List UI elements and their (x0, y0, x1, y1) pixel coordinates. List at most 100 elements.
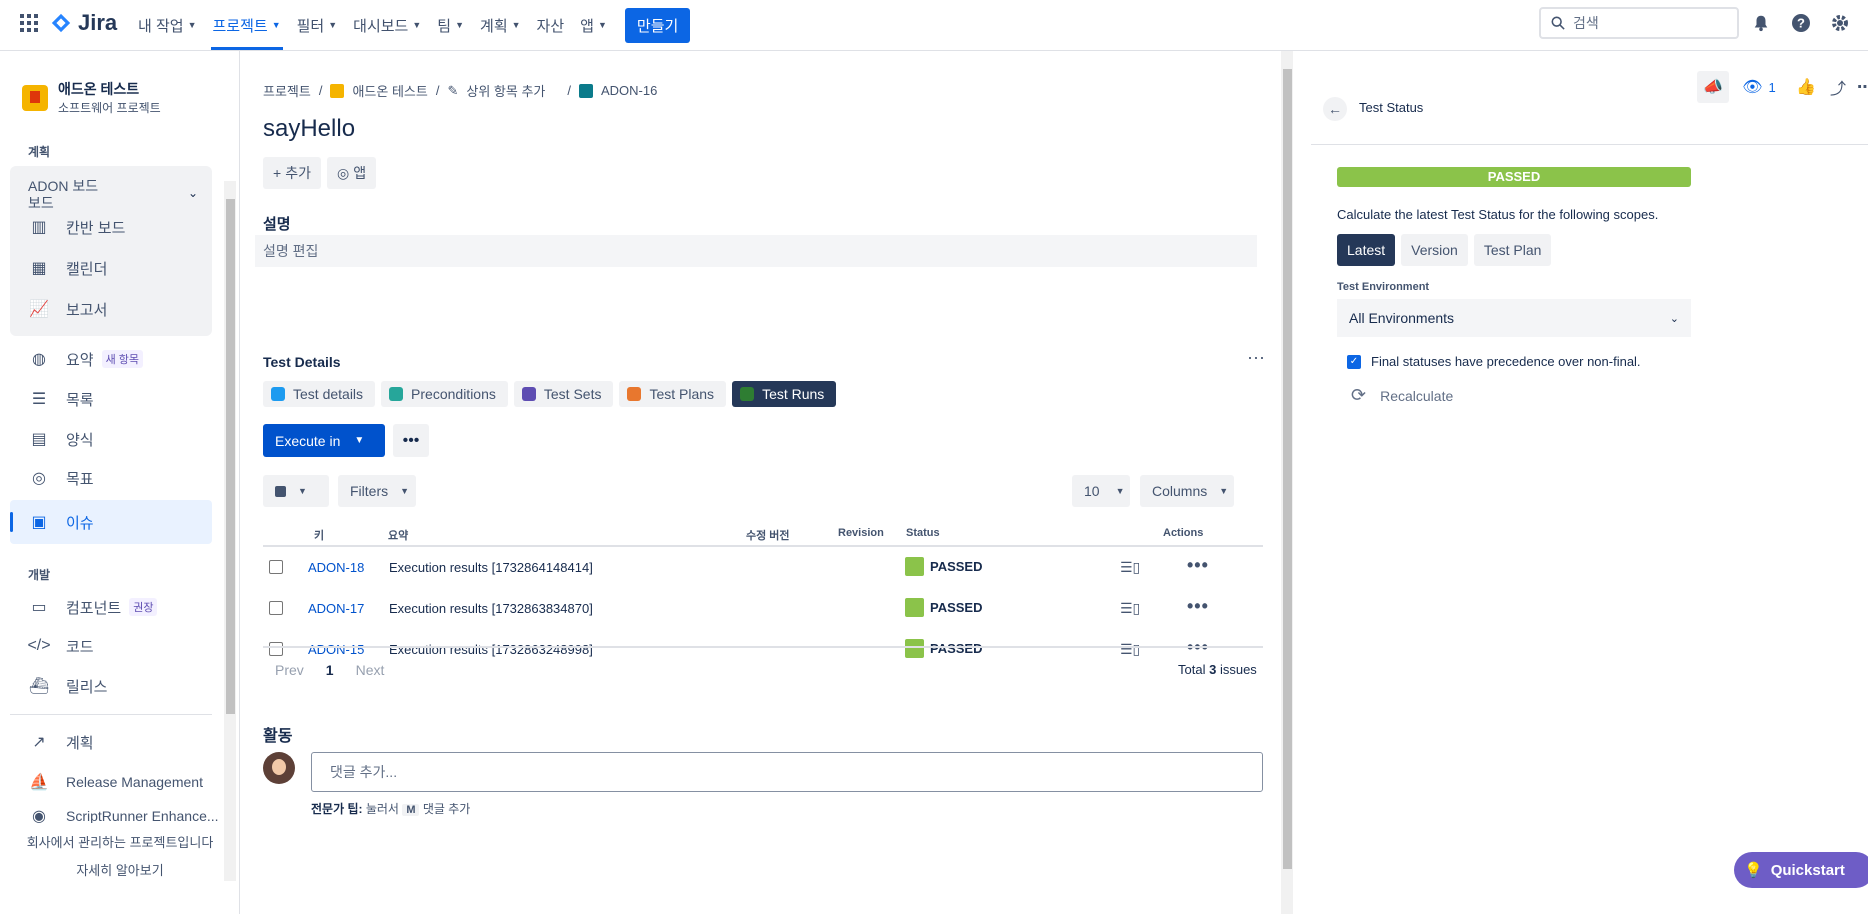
nav-item-plans[interactable]: 계획 ▼ (472, 0, 529, 50)
sidebar-item-list[interactable]: ☰ 목록 (28, 388, 94, 410)
app-switcher-icon[interactable] (20, 14, 38, 32)
settings-icon[interactable] (1829, 12, 1851, 34)
board-selector[interactable]: ADON 보드 보드 (28, 178, 98, 212)
description-field[interactable]: 설명 편집 (255, 235, 1257, 267)
breadcrumb-project[interactable]: 애드온 테스트 (352, 81, 427, 100)
checkbox-checked-icon[interactable]: ✓ (1347, 354, 1361, 369)
learn-more-link[interactable]: 자세히 알아보기 (0, 857, 240, 885)
add-button[interactable]: + 추가 (263, 157, 321, 189)
notifications-icon[interactable] (1750, 12, 1772, 34)
scrollbar-thumb[interactable] (226, 199, 235, 714)
comment-input[interactable]: 댓글 추가... (311, 752, 1263, 792)
column-header-status[interactable]: Status (906, 527, 940, 539)
nav-item-assets[interactable]: 자산 (529, 0, 573, 50)
column-header-fix-version[interactable]: 수정 버전 (746, 527, 790, 543)
row-checkbox[interactable] (269, 601, 283, 615)
sidebar-item-kanban[interactable]: ▥ 칸반 보드 (28, 216, 125, 238)
tab-test-plans[interactable]: Test Plans (619, 381, 727, 407)
chevron-down-icon[interactable]: ⌄ (188, 186, 198, 200)
sidebar-item-issues[interactable]: ▣ 이슈 (28, 511, 93, 533)
issue-key-link[interactable]: ADON-17 (308, 601, 364, 616)
chevron-down-icon: ▼ (328, 20, 338, 30)
breadcrumb-add-parent[interactable]: 상위 항목 추가 (466, 81, 545, 100)
row-more-icon[interactable]: ••• (1187, 555, 1209, 576)
like-icon[interactable]: 👍 (1790, 71, 1822, 103)
sidebar-item-plan-link[interactable]: ↗ 계획 (28, 731, 93, 753)
scope-latest[interactable]: Latest (1337, 234, 1396, 266)
row-checkbox[interactable] (269, 560, 283, 574)
breadcrumb-issue-key[interactable]: ADON-16 (601, 83, 657, 98)
sidebar-item-summary[interactable]: ◍ 요약 새 항목 (28, 348, 144, 370)
megaphone-icon[interactable]: 📣 (1697, 71, 1729, 103)
watch-button[interactable]: 👁 1 (1737, 71, 1781, 103)
execution-details-icon[interactable]: ☰▯ (1120, 559, 1140, 576)
sidebar-item-release-management[interactable]: ⛵ Release Management (28, 771, 203, 793)
filters-button[interactable]: Filters ▼ (338, 475, 416, 507)
tab-test-details[interactable]: Test details (263, 381, 376, 407)
row-checkbox[interactable] (269, 642, 283, 656)
page-size-select[interactable]: 10 ▼ (1072, 475, 1130, 507)
create-button[interactable]: 만들기 (624, 7, 691, 43)
tab-test-runs[interactable]: Test Runs (732, 381, 837, 407)
column-header-key[interactable]: 키 (314, 527, 324, 543)
breadcrumb-separator: / (567, 83, 571, 98)
more-actions-button[interactable]: ••• (393, 424, 429, 457)
scope-test-plan[interactable]: Test Plan (1473, 234, 1552, 266)
search-input[interactable]: 검색 (1539, 7, 1739, 39)
nav-item-filters[interactable]: 필터 ▼ (289, 0, 346, 50)
sidebar-item-releases[interactable]: ⛴ 릴리스 (28, 675, 108, 697)
issue-key-link[interactable]: ADON-18 (308, 560, 364, 575)
sidebar-item-code[interactable]: </> 코드 (27, 635, 93, 657)
nav-item-projects[interactable]: 프로젝트 ▼ (205, 0, 289, 50)
sidebar-item-goals[interactable]: ◎ 목표 (28, 467, 94, 489)
execution-details-icon[interactable]: ☰▯ (1120, 641, 1140, 658)
quickstart-button[interactable]: 💡 Quickstart (1734, 852, 1868, 888)
sidebar-item-components[interactable]: ▭ 컴포넌트 권장 (28, 596, 158, 618)
next-page-button[interactable]: Next (356, 662, 385, 678)
more-icon[interactable]: ⋯ (1849, 71, 1868, 103)
scope-version[interactable]: Version (1401, 234, 1468, 266)
row-more-icon[interactable]: ••• (1187, 596, 1209, 617)
column-header-summary[interactable]: 요약 (388, 527, 408, 543)
row-summary: Execution results [1732863834870] (389, 601, 593, 616)
sidebar-item-reports[interactable]: 📈 보고서 (28, 298, 107, 320)
environment-select[interactable]: All Environments ⌄ (1337, 299, 1691, 337)
nav-label: 앱 (580, 17, 594, 35)
managed-project-note: 회사에서 관리하는 프로젝트입니다 (26, 835, 214, 850)
tab-test-sets[interactable]: Test Sets (513, 381, 614, 407)
columns-button[interactable]: Columns ▼ (1140, 475, 1234, 507)
issue-title[interactable]: sayHello (263, 115, 355, 143)
nav-item-teams[interactable]: 팀 ▼ (429, 0, 472, 50)
main-scrollbar[interactable] (1281, 51, 1293, 914)
checkbox-label: Final statuses have precedence over non-… (1371, 354, 1641, 369)
nav-item-my-work[interactable]: 내 작업 ▼ (130, 0, 205, 50)
bulk-select-dropdown[interactable]: ▼ (263, 475, 329, 507)
sidebar-scrollbar[interactable] (224, 181, 236, 881)
code-icon: </> (27, 637, 51, 654)
more-options-icon[interactable]: ··· (1247, 347, 1265, 368)
test-runs-icon (740, 387, 755, 401)
column-header-revision[interactable]: Revision (838, 527, 884, 539)
sidebar-item-label: 보고서 (66, 301, 108, 319)
issue-key-link[interactable]: ADON-15 (308, 642, 364, 657)
execute-in-button[interactable]: Execute in ▼ (263, 424, 385, 457)
help-icon[interactable]: ? (1790, 12, 1812, 34)
sidebar-item-scriptrunner[interactable]: ◉ ScriptRunner Enhance... (28, 809, 219, 823)
sidebar-item-forms[interactable]: ▤ 양식 (28, 428, 93, 450)
execution-details-icon[interactable]: ☰▯ (1120, 600, 1140, 617)
nav-item-apps[interactable]: 앱 ▼ (572, 0, 615, 50)
scrollbar-thumb[interactable] (1283, 69, 1292, 869)
recalculate-button[interactable]: ⟳ Recalculate (1351, 385, 1453, 406)
back-arrow-icon[interactable]: ← (1323, 97, 1347, 121)
tab-preconditions[interactable]: Preconditions (381, 381, 508, 407)
jira-logo[interactable]: Jira (50, 10, 117, 36)
sidebar-item-calendar[interactable]: ▦ 캘린더 (28, 257, 107, 279)
nav-item-dashboards[interactable]: 대시보드 ▼ (345, 0, 429, 50)
chevron-down-icon: ▼ (597, 20, 607, 30)
current-page[interactable]: 1 (326, 662, 334, 678)
project-header[interactable]: 애드온 테스트 소프트웨어 프로젝트 (22, 79, 161, 116)
breadcrumb-projects[interactable]: 프로젝트 (263, 81, 311, 100)
apps-button[interactable]: ◎ 앱 (327, 157, 377, 189)
prev-page-button[interactable]: Prev (275, 662, 304, 678)
final-status-precedence[interactable]: ✓ Final statuses have precedence over non… (1347, 354, 1641, 369)
